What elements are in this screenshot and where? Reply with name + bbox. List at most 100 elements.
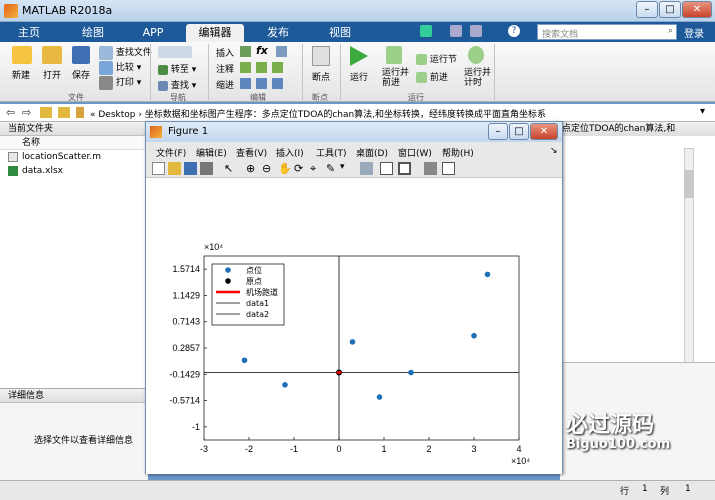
- run-advance-button[interactable]: 运行并 前进: [382, 68, 409, 88]
- menu-view[interactable]: 查看(V): [236, 146, 267, 159]
- menu-insert[interactable]: 插入(I): [276, 146, 304, 159]
- run-advance-icon[interactable]: [386, 46, 402, 64]
- login-link[interactable]: 登录: [684, 25, 704, 40]
- x-tick-label: 1: [381, 444, 386, 454]
- run-icon[interactable]: [350, 46, 368, 66]
- figure-axes-area[interactable]: -3 -2 -1 0 1 2 3 4 1.5714 1.1429 0.7143 0.2857 -0.14…: [146, 178, 562, 474]
- menu-window[interactable]: 窗口(W): [398, 146, 432, 159]
- show-plot-tools-icon[interactable]: [442, 162, 455, 175]
- tab-publish[interactable]: 发布: [256, 24, 300, 42]
- file-name: locationScatter.m: [22, 152, 101, 162]
- save-disk-icon[interactable]: [72, 46, 90, 64]
- insert-section-icon[interactable]: [240, 46, 251, 57]
- search-icon: ⌕: [667, 26, 673, 36]
- back-forward-icon[interactable]: [158, 46, 192, 58]
- zoom-in-icon[interactable]: ⊕: [246, 162, 259, 175]
- y-tick-label: 1.5714: [172, 264, 200, 274]
- y-tick-label: 1.1429: [172, 290, 200, 300]
- advance-button[interactable]: 前进: [416, 70, 448, 83]
- close-button[interactable]: ✕: [682, 1, 712, 18]
- brush-icon[interactable]: ✎: [326, 162, 339, 175]
- comment-button[interactable]: 注释: [216, 62, 234, 75]
- search-input[interactable]: 搜索文档 ⌕: [537, 24, 677, 40]
- open-folder-icon[interactable]: [42, 46, 62, 64]
- edit-plot-arrow-icon[interactable]: ↖: [224, 162, 237, 175]
- browse-folder-icon[interactable]: [58, 107, 70, 118]
- tab-apps[interactable]: APP: [132, 24, 174, 42]
- increase-indent-icon[interactable]: [256, 78, 267, 89]
- menu-tools[interactable]: 工具(T): [316, 146, 347, 159]
- zoom-out-icon[interactable]: ⊖: [262, 162, 275, 175]
- wrap-comment-icon[interactable]: [272, 62, 283, 73]
- address-bar[interactable]: ⇦ ⇨ « Desktop › 坐标数据和坐标图产生程序：多点定位TDOA的ch…: [0, 104, 715, 122]
- run-and-time-button[interactable]: 运行并 计时: [464, 68, 491, 88]
- list-item[interactable]: data.xlsx: [0, 164, 147, 178]
- help-icon[interactable]: ?: [508, 25, 520, 37]
- insert-legend-icon[interactable]: [398, 162, 411, 175]
- menu-file[interactable]: 文件(F): [156, 146, 186, 159]
- insert-colorbar-icon[interactable]: [380, 162, 393, 175]
- open-button[interactable]: 打开: [43, 68, 61, 81]
- fx-button[interactable]: fx: [256, 44, 268, 57]
- goto-button[interactable]: 转至 ▾: [158, 62, 196, 75]
- find-files-button[interactable]: 查找文件: [99, 45, 152, 60]
- back-arrow-icon[interactable]: ⇦: [6, 106, 15, 119]
- editor-tab-title[interactable]: 点定位TDOA的chan算法,和: [560, 122, 715, 136]
- menu-dock-icon[interactable]: ↘: [550, 146, 558, 156]
- insert-function-icon[interactable]: [276, 46, 287, 57]
- redo-icon[interactable]: [470, 25, 482, 37]
- print-button[interactable]: 打印 ▾: [99, 75, 141, 90]
- data-cursor-icon[interactable]: ⌖: [310, 162, 323, 175]
- decrease-indent-icon[interactable]: [272, 78, 283, 89]
- figure-close-button[interactable]: ✕: [530, 123, 558, 140]
- save-button[interactable]: 保存: [72, 68, 90, 81]
- maximize-button[interactable]: □: [659, 1, 681, 18]
- comment-icon[interactable]: [240, 62, 251, 73]
- new-button[interactable]: 新建: [12, 68, 30, 81]
- column-header-name[interactable]: 名称: [0, 136, 147, 150]
- hide-plot-tools-icon[interactable]: [424, 162, 437, 175]
- menu-edit[interactable]: 编辑(E): [196, 146, 227, 159]
- run-button[interactable]: 运行: [350, 70, 368, 83]
- x-tick-label: -3: [200, 444, 208, 454]
- run-section-button[interactable]: 运行节: [416, 52, 457, 65]
- minimize-button[interactable]: –: [636, 1, 658, 18]
- find-button[interactable]: 查找 ▾: [158, 78, 196, 91]
- path-dropdown-icon[interactable]: ▾: [700, 106, 705, 117]
- print-figure-icon[interactable]: [200, 162, 213, 175]
- list-item[interactable]: locationScatter.m: [0, 150, 147, 164]
- save-figure-icon[interactable]: [184, 162, 197, 175]
- run-time-icon[interactable]: [468, 46, 484, 64]
- new-figure-icon[interactable]: [152, 162, 165, 175]
- save-icon[interactable]: [420, 25, 432, 37]
- figure-toolbar: ↖ ⊕ ⊖ ✋ ⟳ ⌖ ✎ ▾: [146, 160, 562, 178]
- forward-arrow-icon[interactable]: ⇨: [22, 106, 31, 119]
- tab-plots[interactable]: 绘图: [72, 24, 114, 42]
- breakpoints-button[interactable]: 断点: [312, 70, 330, 83]
- smart-indent-icon[interactable]: [240, 78, 251, 89]
- new-file-icon[interactable]: [12, 46, 32, 64]
- uncomment-icon[interactable]: [256, 62, 267, 73]
- indent-button[interactable]: 缩进: [216, 78, 234, 91]
- tab-editor[interactable]: 编辑器: [186, 24, 244, 42]
- figure-window[interactable]: Figure 1 – □ ✕ 文件(F) 编辑(E) 查看(V) 插入(I) 工…: [145, 121, 563, 474]
- insert-button[interactable]: 插入: [216, 46, 234, 59]
- undo-icon[interactable]: [450, 25, 462, 37]
- open-file-icon[interactable]: [168, 162, 181, 175]
- menu-desktop[interactable]: 桌面(D): [356, 146, 388, 159]
- menu-help[interactable]: 帮助(H): [442, 146, 474, 159]
- brush-dropdown-icon[interactable]: ▾: [340, 162, 353, 175]
- tab-home[interactable]: 主页: [8, 24, 50, 42]
- scrollbar-thumb[interactable]: [685, 170, 693, 198]
- rotate-3d-icon[interactable]: ⟳: [294, 162, 307, 175]
- figure-minimize-button[interactable]: –: [488, 123, 508, 140]
- up-folder-icon[interactable]: [40, 107, 52, 118]
- tab-view[interactable]: 视图: [318, 24, 362, 42]
- link-plot-icon[interactable]: [360, 162, 373, 175]
- compare-button[interactable]: 比较 ▾: [99, 60, 141, 75]
- pan-hand-icon[interactable]: ✋: [278, 162, 292, 175]
- breakpoints-icon[interactable]: [312, 46, 330, 66]
- figure-maximize-button[interactable]: □: [509, 123, 529, 140]
- scatter-plot[interactable]: -3 -2 -1 0 1 2 3 4 1.5714 1.1429 0.7143 0.2857 -0.14…: [146, 178, 562, 474]
- current-path[interactable]: « Desktop › 坐标数据和坐标图产生程序：多点定位TDOA的chan算法…: [90, 107, 546, 120]
